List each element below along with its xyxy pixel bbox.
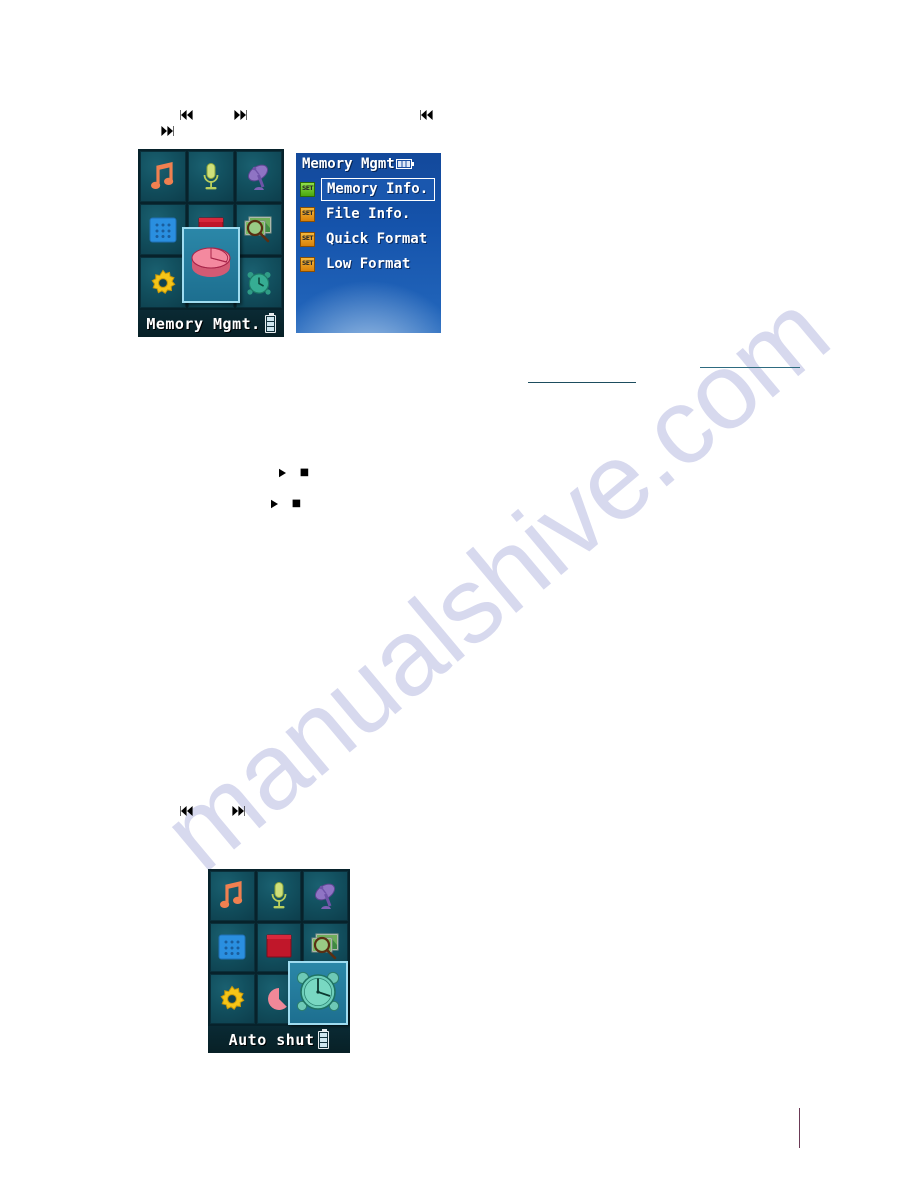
battery-icon — [395, 159, 414, 169]
selected-tile-memory-mgmt[interactable] — [182, 227, 240, 303]
tile-settings[interactable] — [210, 974, 255, 1024]
menu-item-quick-format[interactable]: Quick Format — [296, 227, 441, 252]
satellite-dish-icon — [312, 882, 340, 910]
nav-glyphs-top-row-2 — [160, 122, 176, 140]
submenu-title: Memory Mgmt — [302, 156, 395, 172]
tile-fm-radio[interactable] — [303, 871, 348, 921]
set-icon — [300, 232, 315, 247]
hyperlink-rule-left — [528, 382, 636, 383]
nav-glyphs-lower — [178, 802, 247, 820]
menu-item-label: Memory Info. — [327, 181, 429, 197]
battery-icon — [318, 1028, 330, 1049]
braille-pad-icon — [218, 934, 246, 960]
stop-icon — [300, 468, 309, 477]
pie-memory-icon — [186, 243, 236, 288]
set-icon — [300, 182, 315, 197]
alarm-clock-icon — [245, 269, 273, 297]
play-stop-glyphs-row-1 — [278, 464, 309, 482]
tile-ebook[interactable] — [140, 204, 186, 255]
auto-shut-main-menu-screen[interactable]: Auto shut — [208, 869, 350, 1053]
set-icon — [300, 257, 315, 272]
nav-glyphs-top-row-1 — [178, 106, 249, 124]
page-corner-tick — [799, 1108, 800, 1148]
satellite-dish-icon — [245, 163, 273, 191]
gear-icon — [149, 269, 177, 297]
menu-item-label: Low Format — [326, 256, 411, 272]
prev-track-icon — [418, 109, 434, 121]
tile-photo-browse[interactable] — [236, 204, 282, 255]
microphone-icon — [268, 881, 290, 911]
photo-magnifier-icon — [310, 932, 342, 962]
menu-item-memory-info-highlight: Memory Info. — [321, 178, 435, 201]
tile-settings[interactable] — [140, 257, 186, 308]
alarm-clock-icon — [293, 966, 343, 1021]
tile-fm-radio[interactable] — [236, 151, 282, 202]
status-bar: Memory Mgmt. — [138, 310, 284, 337]
play-icon — [270, 499, 280, 509]
tile-music[interactable] — [210, 871, 255, 921]
music-note-icon — [219, 880, 245, 911]
selected-tile-auto-shut[interactable] — [288, 961, 348, 1025]
braille-pad-icon — [149, 217, 177, 243]
photo-magnifier-icon — [243, 215, 275, 245]
gear-icon — [218, 985, 246, 1013]
menu-item-label: Quick Format — [326, 231, 428, 247]
tile-voice-record[interactable] — [188, 151, 234, 202]
microphone-icon — [200, 162, 222, 192]
memory-mgmt-submenu-screen[interactable]: Memory Mgmt Memory Info. File Info. Quic… — [296, 153, 441, 333]
status-label: Memory Mgmt. — [146, 314, 261, 333]
menu-item-low-format[interactable]: Low Format — [296, 252, 441, 277]
status-label: Auto shut — [228, 1030, 315, 1049]
memory-mgmt-main-menu-screen[interactable]: Memory Mgmt. — [138, 149, 284, 337]
next-track-icon — [231, 805, 247, 817]
music-note-icon — [150, 161, 176, 192]
tile-auto-shut[interactable] — [236, 257, 282, 308]
battery-icon — [264, 312, 276, 333]
menu-item-label: File Info. — [326, 206, 411, 222]
prev-track-icon — [178, 109, 194, 121]
prev-track-icon — [178, 805, 194, 817]
red-book-icon — [265, 933, 293, 961]
tile-voice-record[interactable] — [256, 871, 302, 921]
hyperlink-rule-right — [700, 367, 800, 368]
set-icon — [300, 207, 315, 222]
nav-glyphs-top-right — [418, 106, 434, 124]
tile-ebook[interactable] — [210, 922, 255, 973]
play-stop-glyphs-row-2 — [270, 495, 301, 513]
menu-item-file-info[interactable]: File Info. — [296, 202, 441, 227]
menu-item-memory-info[interactable]: Memory Info. — [296, 177, 441, 202]
play-icon — [278, 468, 288, 478]
tile-music[interactable] — [140, 151, 186, 202]
submenu-header: Memory Mgmt — [296, 153, 441, 175]
next-track-icon — [160, 125, 176, 137]
page-watermark: manualshive.com — [90, 270, 850, 893]
status-bar: Auto shut — [208, 1026, 350, 1053]
submenu-list: Memory Info. File Info. Quick Format Low… — [296, 175, 441, 277]
stop-icon — [292, 499, 301, 508]
next-track-icon — [233, 109, 249, 121]
